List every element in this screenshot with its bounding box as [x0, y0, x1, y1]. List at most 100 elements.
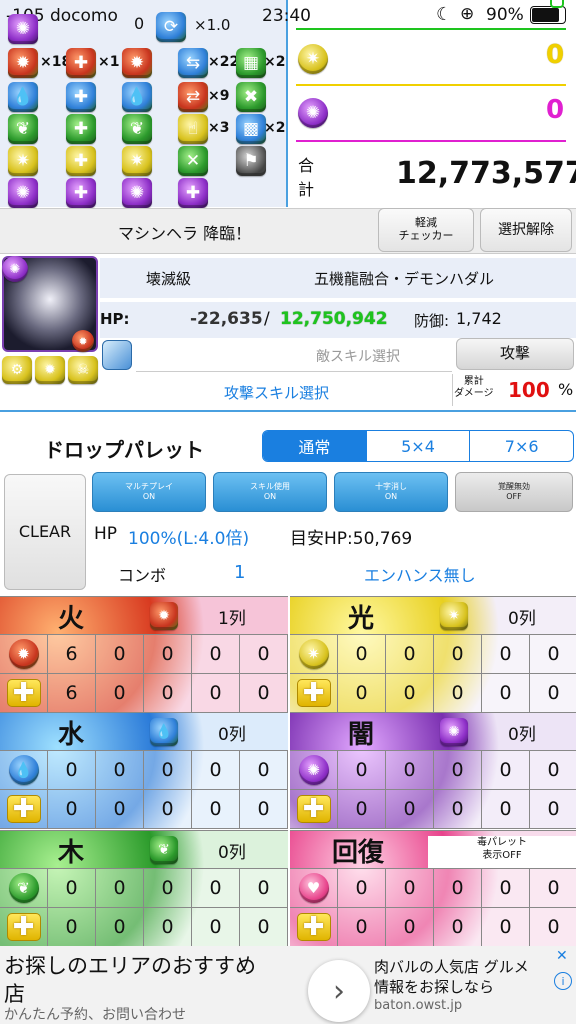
no-skyfall-icon[interactable]: ✖ — [236, 82, 266, 112]
water-r2-cell[interactable]: 0 — [144, 790, 192, 829]
wood-orb-icon[interactable]: ❦ — [0, 869, 48, 908]
fire-r1-cell[interactable]: 0 — [96, 635, 144, 674]
light-r1-cell[interactable]: 0 — [530, 635, 576, 674]
wood-orb-plus-icon[interactable]: ✚ — [66, 114, 96, 144]
dark-orb-icon[interactable]: ✺ — [290, 751, 338, 790]
heal-r2-cell[interactable]: 0 — [434, 908, 482, 947]
swap-icon[interactable]: ⇆ — [178, 48, 208, 78]
tab-normal[interactable]: 通常 — [263, 431, 366, 461]
wood-plus-icon[interactable]: ✚ — [0, 908, 48, 947]
fire-orb-icon[interactable]: ✹ — [8, 48, 38, 78]
light-plus-icon[interactable]: ✚ — [290, 674, 338, 713]
water-orb-icon[interactable]: 💧 — [8, 82, 38, 112]
heal-r1-cell[interactable]: 0 — [482, 869, 530, 908]
water-r2-cell[interactable]: 0 — [96, 790, 144, 829]
shield-icon[interactable] — [102, 340, 132, 370]
wood-r2-cell[interactable]: 0 — [96, 908, 144, 947]
wood-r2-cell[interactable]: 0 — [192, 908, 240, 947]
cross-icon[interactable]: ✕ — [178, 146, 208, 176]
wood-orb-lock-icon[interactable]: ❦ — [122, 114, 152, 144]
fire-orb-lock-icon[interactable]: ✹ — [122, 48, 152, 78]
wood-r1-cell[interactable]: 0 — [240, 869, 288, 908]
light-r1-cell[interactable]: 0 — [338, 635, 386, 674]
light-lock-icon[interactable]: ✷ — [440, 602, 468, 630]
enhance-select[interactable]: エンハンス無し — [364, 562, 476, 586]
fire-orb-icon[interactable]: ✹ — [0, 635, 48, 674]
dark-r2-cell[interactable]: 0 — [530, 790, 576, 829]
board-icon[interactable]: ▦ — [236, 48, 266, 78]
clear-selection-button[interactable]: 選択解除 — [480, 208, 572, 252]
wood-lock-icon[interactable]: ❦ — [150, 836, 178, 864]
poison-palette-toggle[interactable]: 毒パレット 表示OFF — [428, 836, 576, 868]
dark-plus-icon[interactable]: ✚ — [290, 790, 338, 829]
fire-r2-cell[interactable]: 6 — [48, 674, 96, 713]
water-orb-plus-icon[interactable]: ✚ — [66, 82, 96, 112]
water-r1-cell[interactable]: 0 — [96, 751, 144, 790]
multiplay-toggle[interactable]: マルチプレイ ON — [92, 472, 206, 512]
dark-r2-cell[interactable]: 0 — [386, 790, 434, 829]
attack-button[interactable]: 攻撃 — [456, 338, 574, 370]
checker-button[interactable]: 軽減 チェッカー — [378, 208, 474, 252]
delay-icon[interactable]: ⚑ — [236, 146, 266, 176]
enemy-skill-select[interactable] — [136, 340, 452, 372]
light-orb-lock-icon[interactable]: ✷ — [122, 146, 152, 176]
light-r2-cell[interactable]: 0 — [482, 674, 530, 713]
heal-plus-icon[interactable]: ✚ — [290, 908, 338, 947]
skill-toggle[interactable]: スキル使用 ON — [213, 472, 327, 512]
ad-info-icon[interactable]: i — [554, 972, 572, 990]
convert-icon[interactable]: ⇄ — [178, 82, 208, 112]
heal-r1-cell[interactable]: 0 — [386, 869, 434, 908]
dark-r1-cell[interactable]: 0 — [482, 751, 530, 790]
hp-multiplier[interactable]: 100%(L:4.0倍) — [128, 524, 249, 549]
water-r2-cell[interactable]: 0 — [48, 790, 96, 829]
clear-button[interactable]: CLEAR — [4, 474, 86, 590]
fire-r1-cell[interactable]: 0 — [192, 635, 240, 674]
light-r2-cell[interactable]: 0 — [530, 674, 576, 713]
heal-orb-icon[interactable]: ♥ — [290, 869, 338, 908]
heal-r1-cell[interactable]: 0 — [338, 869, 386, 908]
water-r2-cell[interactable]: 0 — [240, 790, 288, 829]
dark-orb-plus-icon[interactable]: ✚ — [66, 178, 96, 208]
light-orb-icon[interactable]: ✷ — [8, 146, 38, 176]
heal-r2-cell[interactable]: 0 — [338, 908, 386, 947]
dark-r1-cell[interactable]: 0 — [338, 751, 386, 790]
fire-r2-cell[interactable]: 0 — [192, 674, 240, 713]
wood-r2-cell[interactable]: 0 — [144, 908, 192, 947]
tab-5x4[interactable]: 5×4 — [365, 431, 470, 461]
dark-orb-top-icon[interactable]: ✺ — [8, 14, 38, 44]
wood-r2-cell[interactable]: 0 — [48, 908, 96, 947]
fire-plus-icon[interactable]: ✚ — [0, 674, 48, 713]
board-change-icon[interactable]: ▩ — [236, 114, 266, 144]
light-orb-plus-icon[interactable]: ✚ — [66, 146, 96, 176]
light-r1-cell[interactable]: 0 — [434, 635, 482, 674]
dark-r1-cell[interactable]: 0 — [386, 751, 434, 790]
wood-r2-cell[interactable]: 0 — [240, 908, 288, 947]
fire-lock-icon[interactable]: ✹ — [150, 602, 178, 630]
wood-orb-icon[interactable]: ❦ — [8, 114, 38, 144]
dark-orb-icon[interactable]: ✺ — [8, 178, 38, 208]
wood-r1-cell[interactable]: 0 — [48, 869, 96, 908]
heal-r2-cell[interactable]: 0 — [482, 908, 530, 947]
wood-r1-cell[interactable]: 0 — [144, 869, 192, 908]
water-r1-cell[interactable]: 0 — [240, 751, 288, 790]
hand-icon[interactable]: ☝ — [178, 114, 208, 144]
heal-r1-cell[interactable]: 0 — [434, 869, 482, 908]
dark-orb-lock-icon[interactable]: ✺ — [122, 178, 152, 208]
light-orb-icon[interactable]: ✷ — [290, 635, 338, 674]
dark-r1-cell[interactable]: 0 — [530, 751, 576, 790]
water-r2-cell[interactable]: 0 — [192, 790, 240, 829]
speed-icon[interactable]: ⟳ — [156, 12, 186, 42]
water-lock-icon[interactable]: 💧 — [150, 718, 178, 746]
light-r1-cell[interactable]: 0 — [386, 635, 434, 674]
attack-skill-select[interactable]: 攻撃スキル選択 — [224, 382, 329, 403]
dark-r1-cell[interactable]: 0 — [434, 751, 482, 790]
light-r2-cell[interactable]: 0 — [386, 674, 434, 713]
water-orb-icon[interactable]: 💧 — [0, 751, 48, 790]
fire-r2-cell[interactable]: 0 — [144, 674, 192, 713]
ad-close-icon[interactable]: ✕ — [556, 948, 568, 964]
cross-toggle[interactable]: 十字消し ON — [334, 472, 448, 512]
awake-toggle[interactable]: 覚醒無効 OFF — [455, 472, 573, 512]
dark-r2-cell[interactable]: 0 — [434, 790, 482, 829]
fire-r2-cell[interactable]: 0 — [96, 674, 144, 713]
water-orb-lock-icon[interactable]: 💧 — [122, 82, 152, 112]
